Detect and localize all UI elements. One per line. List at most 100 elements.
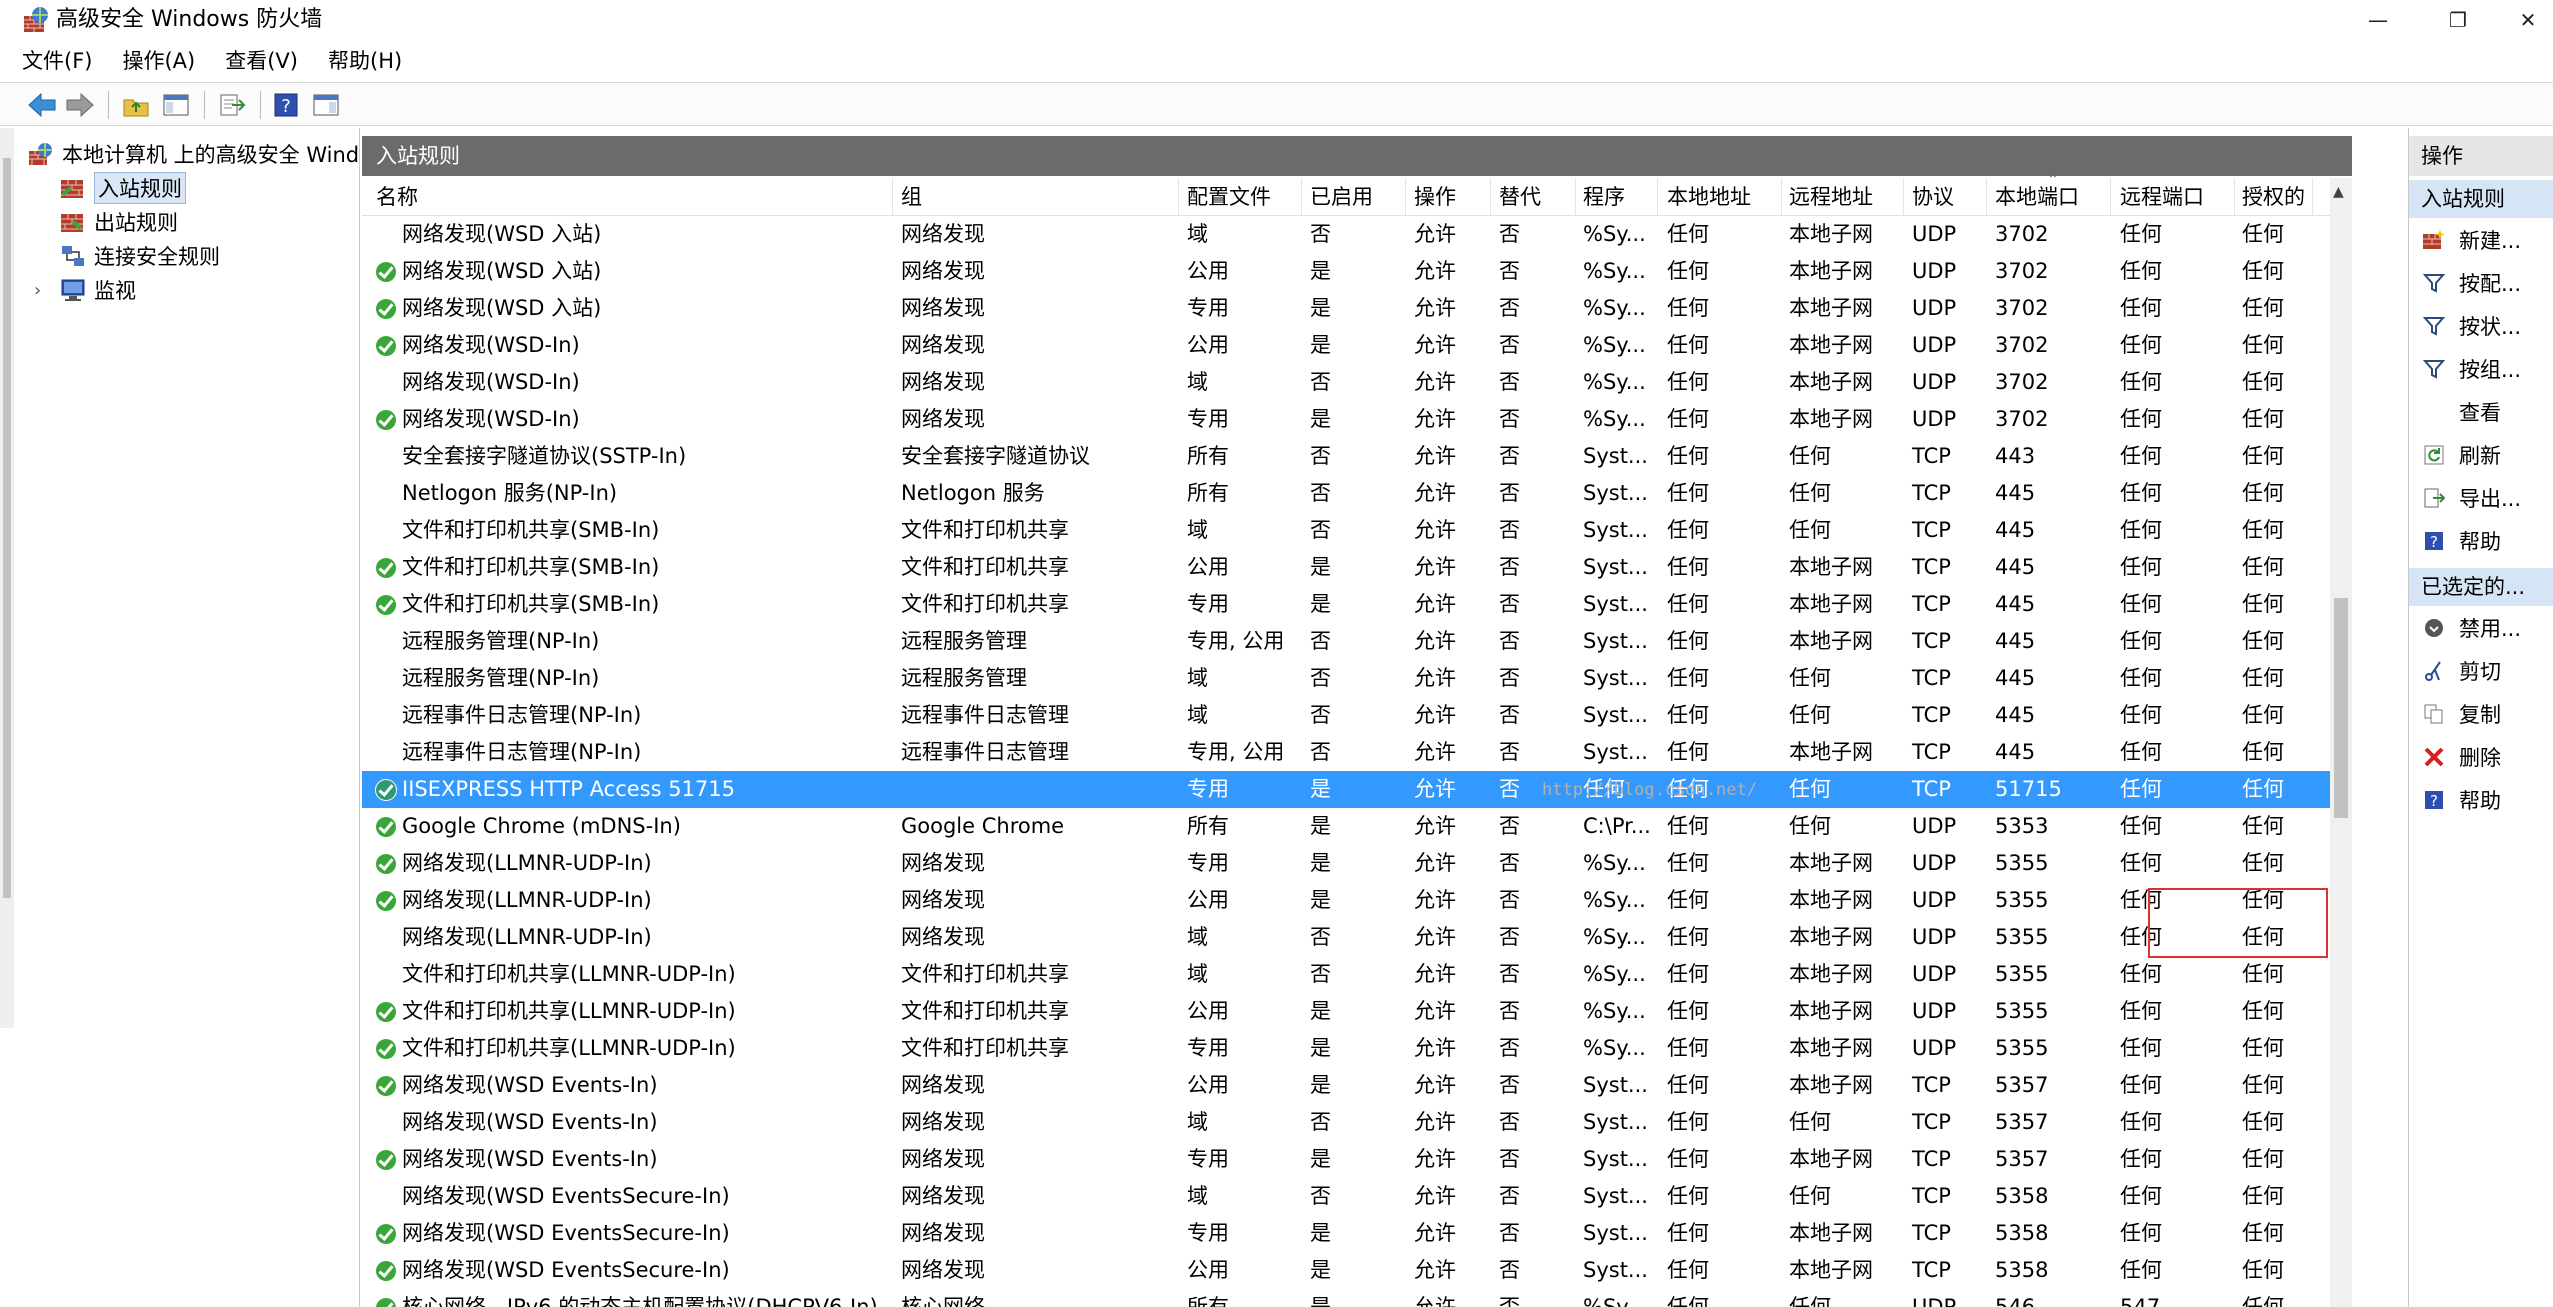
actions-section-selected-item[interactable]: 已选定的... xyxy=(2409,568,2553,606)
col-local-port-cell: 3702 xyxy=(1995,333,2049,357)
col-protocol-cell: TCP xyxy=(1912,777,1951,801)
column-header-program[interactable]: 程序 xyxy=(1575,178,1658,216)
expand-chevron-icon[interactable]: › xyxy=(34,280,41,301)
table-row[interactable]: 文件和打印机共享(SMB-In) 文件和打印机共享 域 否 允许 否 Syst... 任何 任何… xyxy=(362,512,2352,549)
up-folder-icon[interactable] xyxy=(120,89,152,121)
col-remote-port-cell: 任何 xyxy=(2120,814,2162,838)
tree-item-outbound-rules[interactable]: 出站规则 xyxy=(60,206,178,238)
tree-item-inbound-rules[interactable]: 入站规则 xyxy=(60,172,186,204)
tree-scrollbar-thumb[interactable] xyxy=(3,158,11,898)
back-icon[interactable] xyxy=(26,89,58,121)
table-row[interactable]: 文件和打印机共享(SMB-In) 文件和打印机共享 专用 是 允许 否 Syst... 任何 本… xyxy=(362,586,2352,623)
export-list-icon[interactable] xyxy=(216,89,248,121)
column-header-action[interactable]: 操作 xyxy=(1406,178,1491,216)
table-row[interactable]: 文件和打印机共享(SMB-In) 文件和打印机共享 公用 是 允许 否 Syst... 任何 本… xyxy=(362,549,2352,586)
table-row[interactable]: 网络发现(WSD 入站) 网络发现 域 否 允许 否 %Sy... 任何 本地子网 UDP 3702… xyxy=(362,216,2352,253)
show-hide-tree-icon[interactable] xyxy=(160,89,192,121)
col-program-cell: %Sy... xyxy=(1583,296,1646,320)
column-header-local-address[interactable]: 本地地址 xyxy=(1659,178,1782,216)
tree-scrollbar[interactable] xyxy=(0,128,14,1028)
menu-action[interactable]: 操作(A) xyxy=(122,46,195,76)
table-row[interactable]: 网络发现(LLMNR-UDP-In) 网络发现 公用 是 允许 否 %Sy... 任何 本地子网… xyxy=(362,882,2352,919)
column-header-authorized[interactable]: 授权的 xyxy=(2234,178,2313,216)
restore-button[interactable]: ❐ xyxy=(2423,0,2493,40)
help-icon[interactable]: ? xyxy=(270,89,302,121)
table-row[interactable]: 网络发现(LLMNR-UDP-In) 网络发现 域 否 允许 否 %Sy... 任何 本地子网 U… xyxy=(362,919,2352,956)
table-row[interactable]: 网络发现(WSD EventsSecure-In) 网络发现 专用 是 允许 否 Syst.… xyxy=(362,1215,2352,1252)
scroll-up-arrow-icon[interactable]: ▲ xyxy=(2333,184,2344,200)
column-header-profile[interactable]: 配置文件 xyxy=(1179,178,1302,216)
table-row[interactable]: 网络发现(WSD EventsSecure-In) 网络发现 公用 是 允许 否 Syst.… xyxy=(362,1252,2352,1289)
column-header-remote-port[interactable]: 远程端口 xyxy=(2112,178,2235,216)
table-row[interactable]: 文件和打印机共享(LLMNR-UDP-In) 文件和打印机共享 专用 是 允许 否 %Sy.… xyxy=(362,1030,2352,1067)
tree-root[interactable]: 本地计算机 上的高级安全 Windows Defender 防火墙 xyxy=(28,138,358,170)
table-row-selected[interactable]: IISEXPRESS HTTP Access 51715 专用是允许否任何 任何 任何… xyxy=(362,771,2352,808)
table-row[interactable]: 网络发现(WSD Events-In) 网络发现 域 否 允许 否 Syst... 任何 任何 T… xyxy=(362,1104,2352,1141)
show-hide-action-pane-icon[interactable] xyxy=(310,89,342,121)
table-row[interactable]: 网络发现(WSD-In) 网络发现 域 否 允许 否 %Sy... 任何 本地子网 UDP 3702… xyxy=(362,364,2352,401)
table-row[interactable]: 远程服务管理(NP-In) 远程服务管理 域 否 允许 否 Syst... 任何 任何 TCP 44… xyxy=(362,660,2352,697)
column-header-enabled[interactable]: 已启用 xyxy=(1302,178,1406,216)
action-item-rules-0[interactable]: 新建... xyxy=(2409,220,2553,260)
table-row[interactable]: 核心网络 - IPv6 的动态主机配置协议(DHCPV6-In) 核心网络 所有 是 允… xyxy=(362,1289,2352,1307)
col-authorized-cell: 任何 xyxy=(2242,259,2284,283)
table-row[interactable]: 网络发现(WSD Events-In) 网络发现 专用 是 允许 否 Syst... 任何 本地… xyxy=(362,1141,2352,1178)
table-row[interactable]: 文件和打印机共享(LLMNR-UDP-In) 文件和打印机共享 域 否 允许 否 %Sy..… xyxy=(362,956,2352,993)
rules-scrollbar-thumb[interactable] xyxy=(2334,598,2348,818)
col-enabled-cell: 是 xyxy=(1310,555,1331,579)
column-header-override[interactable]: 替代 xyxy=(1491,178,1576,216)
action-item-selected-2[interactable]: 复制 xyxy=(2409,694,2553,734)
action-item-rules-6[interactable]: 导出... xyxy=(2409,478,2553,518)
column-header-name[interactable]: 名称 xyxy=(362,178,893,216)
table-row[interactable]: Google Chrome (mDNS-In) Google Chrome 所有 是 允… xyxy=(362,808,2352,845)
menu-help[interactable]: 帮助(H) xyxy=(328,46,402,76)
actions-section-inbound-rules[interactable]: 入站规则 xyxy=(2409,180,2553,218)
minimize-button[interactable]: — xyxy=(2343,0,2413,40)
menu-view[interactable]: 查看(V) xyxy=(225,46,298,76)
table-row[interactable]: 安全套接字隧道协议(SSTP-In) 安全套接字隧道协议 所有 否 允许 否 Syst...… xyxy=(362,438,2352,475)
action-item-rules-3[interactable]: 按组... xyxy=(2409,349,2553,389)
column-header-remote-address[interactable]: 远程地址 xyxy=(1781,178,1904,216)
tree-item-label: 入站规则 xyxy=(94,172,186,204)
action-item-selected-0[interactable]: 禁用... xyxy=(2409,608,2553,648)
action-item-selected-4[interactable]: ? 帮助 xyxy=(2409,780,2553,820)
action-item-rules-2[interactable]: 按状... xyxy=(2409,306,2553,346)
column-header-group[interactable]: 组 xyxy=(893,178,1179,216)
col-remote-address-cell: 本地子网 xyxy=(1789,333,1873,357)
col-group-cell: 网络发现 xyxy=(901,1258,985,1282)
rules-scrollbar[interactable]: ▲ xyxy=(2330,178,2352,1307)
action-item-rules-7[interactable]: ? 帮助 xyxy=(2409,521,2553,561)
table-row[interactable]: 网络发现(WSD 入站) 网络发现 公用 是 允许 否 %Sy... 任何 本地子网 UDP 370… xyxy=(362,253,2352,290)
table-row[interactable]: 文件和打印机共享(LLMNR-UDP-In) 文件和打印机共享 公用 是 允许 否 %Sy.… xyxy=(362,993,2352,1030)
col-program-cell: %Sy... xyxy=(1583,259,1646,283)
col-local-port-cell: 445 xyxy=(1995,629,2036,653)
action-item-rules-4[interactable]: 查看 xyxy=(2409,392,2553,432)
table-row[interactable]: 网络发现(WSD-In) 网络发现 公用 是 允许 否 %Sy... 任何 本地子网 UDP 370… xyxy=(362,327,2352,364)
action-item-selected-1[interactable]: 剪切 xyxy=(2409,651,2553,691)
toolbar: ? xyxy=(0,82,2553,126)
tree-item-monitoring[interactable]: 监视 xyxy=(60,274,136,306)
table-row[interactable]: 网络发现(LLMNR-UDP-In) 网络发现 专用 是 允许 否 %Sy... 任何 本地子网… xyxy=(362,845,2352,882)
table-row[interactable]: 网络发现(WSD 入站) 网络发现 专用 是 允许 否 %Sy... 任何 本地子网 UDP 370… xyxy=(362,290,2352,327)
table-row[interactable]: 远程服务管理(NP-In) 远程服务管理 专用, 公用 否 允许 否 Syst... 任何 本地… xyxy=(362,623,2352,660)
table-row[interactable]: 网络发现(WSD-In) 网络发现 专用 是 允许 否 %Sy... 任何 本地子网 UDP 370… xyxy=(362,401,2352,438)
column-header-protocol[interactable]: 协议 xyxy=(1904,178,1987,216)
col-action-cell: 允许 xyxy=(1414,407,1456,431)
forward-icon[interactable] xyxy=(64,89,96,121)
table-row[interactable]: 网络发现(WSD Events-In) 网络发现 公用 是 允许 否 Syst... 任何 本地… xyxy=(362,1067,2352,1104)
table-row[interactable]: 网络发现(WSD EventsSecure-In) 网络发现 域 否 允许 否 Syst..… xyxy=(362,1178,2352,1215)
table-row[interactable]: Netlogon 服务(NP-In) Netlogon 服务 所有 否 允许 否 Syst.… xyxy=(362,475,2352,512)
col-group-cell: 文件和打印机共享 xyxy=(901,962,1069,986)
tree-item-connection-security-rules[interactable]: 连接安全规则 xyxy=(60,240,220,272)
rule-enabled-check-icon xyxy=(376,1261,396,1281)
col-remote-address-cell: 本地子网 xyxy=(1789,740,1873,764)
close-button[interactable]: ✕ xyxy=(2503,0,2553,40)
col-protocol-cell: TCP xyxy=(1912,1184,1951,1208)
table-row[interactable]: 远程事件日志管理(NP-In) 远程事件日志管理 域 否 允许 否 Syst... 任何 任何 T… xyxy=(362,697,2352,734)
table-row[interactable]: 远程事件日志管理(NP-In) 远程事件日志管理 专用, 公用 否 允许 否 Syst...… xyxy=(362,734,2352,771)
menu-file[interactable]: 文件(F) xyxy=(22,46,92,76)
col-authorized-cell: 任何 xyxy=(2242,555,2284,579)
action-item-rules-5[interactable]: 刷新 xyxy=(2409,435,2553,475)
action-item-rules-1[interactable]: 按配... xyxy=(2409,263,2553,303)
action-item-selected-3[interactable]: 删除 xyxy=(2409,737,2553,777)
